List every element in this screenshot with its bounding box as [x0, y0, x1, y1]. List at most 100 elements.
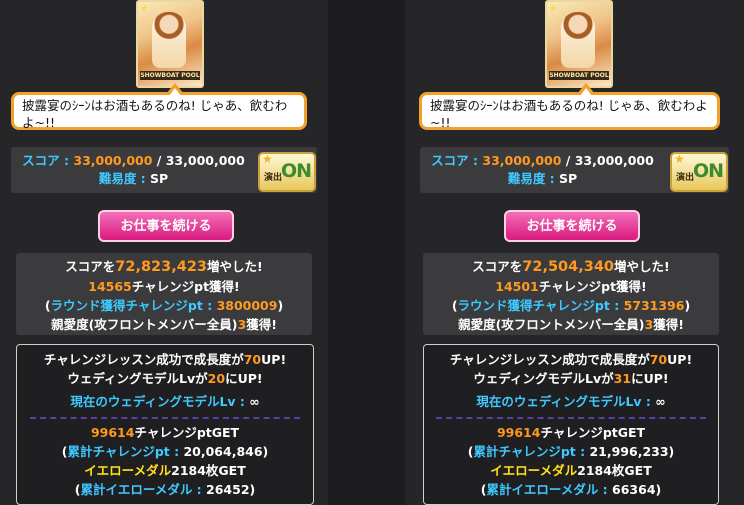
score-value: 33,000,000	[482, 153, 562, 168]
get-pt-value: 99614	[496, 425, 541, 440]
star-icon: ★	[262, 152, 273, 166]
round-pt-value: 3800009	[216, 298, 278, 313]
lesson-box: チャレンジレッスン成功で成長度が70UP! ウェディングモデルLvが20にUP!…	[16, 344, 314, 505]
effects-on-button[interactable]: ★ 演出 ON	[670, 152, 728, 192]
total-medal-close-paren: )	[249, 482, 256, 497]
total-pt-value: 21,996,233	[589, 444, 669, 459]
wedding-prefix: ウェディングモデルLvが	[473, 371, 614, 386]
total-medal-label: 累計イエローメダル :	[486, 482, 613, 497]
wedding-line: ウェディングモデルLvが31にUP!	[424, 369, 718, 388]
challenge-pt-line: 14501チャレンジpt獲得!	[423, 277, 719, 296]
dialogue-bubble: 披露宴のｼｰﾝはお酒もあるのね! じゃあ、飲むわよ~!!	[11, 83, 307, 130]
idol-figure	[561, 12, 595, 68]
panel-divider	[328, 0, 405, 505]
total-pt-close-paren: )	[668, 444, 675, 459]
challenge-pt-suffix: チャレンジpt獲得!	[538, 279, 647, 294]
dialogue-text: 披露宴のｼｰﾝはお酒もあるのね! じゃあ、飲むわよ~!!	[22, 98, 288, 130]
total-pt-line: (累計チャレンジpt : 20,064,846)	[17, 442, 313, 461]
dialogue-bubble: 披露宴のｼｰﾝはお酒もあるのね! じゃあ、飲むわよ~!!	[419, 83, 720, 130]
lesson-line: チャレンジレッスン成功で成長度が70UP!	[424, 350, 718, 369]
score-max: 33,000,000	[574, 153, 654, 168]
result-summary-box: スコアを72,504,340増やした! 14501チャレンジpt獲得! (ラウン…	[423, 253, 719, 335]
round-close-paren: )	[277, 298, 284, 313]
result-panel-left: ★ SHOWBOAT POOL 披露宴のｼｰﾝはお酒もあるのね! じゃあ、飲むわ…	[0, 0, 328, 505]
medal-suffix: 枚GET	[611, 463, 652, 478]
difficulty-value: SP	[150, 171, 169, 186]
total-medal-line: (累計イエローメダル : 26452)	[17, 480, 313, 499]
star-icon: ★	[140, 4, 149, 14]
result-summary-box: スコアを72,823,423増やした! 14565チャレンジpt獲得! (ラウン…	[16, 253, 312, 335]
wedding-prefix: ウェディングモデルLvが	[67, 371, 208, 386]
affection-suffix: 獲得!	[246, 317, 277, 332]
card-caption: SHOWBOAT POOL	[549, 71, 609, 80]
medal-value: 2184	[171, 463, 206, 478]
effects-on-button[interactable]: ★ 演出 ON	[258, 152, 316, 192]
medal-line: イエローメダル2184枚GET	[17, 461, 313, 480]
dashed-divider	[436, 417, 706, 419]
get-pt-value: 99614	[90, 425, 135, 440]
score-box: スコア : 33,000,000 / 33,000,000 難易度 : SP ★…	[420, 147, 729, 193]
wedding-suffix: にUP!	[631, 371, 669, 386]
effects-on-text: ON	[693, 160, 724, 182]
current-level-label: 現在のウェディングモデルLv :	[476, 394, 656, 409]
difficulty-line: 難易度 : SP	[11, 171, 256, 187]
total-medal-label: 累計イエローメダル :	[80, 482, 207, 497]
score-line: スコア : 33,000,000 / 33,000,000	[420, 153, 665, 169]
idol-card-image[interactable]: ★ SHOWBOAT POOL	[545, 0, 613, 88]
challenge-pt-suffix: チャレンジpt獲得!	[131, 279, 240, 294]
score-increase-prefix: スコアを	[65, 259, 116, 274]
get-pt-line: 99614チャレンジptGET	[424, 423, 718, 442]
difficulty-value: SP	[559, 171, 578, 186]
difficulty-line: 難易度 : SP	[420, 171, 665, 187]
medal-value: 2184	[577, 463, 612, 478]
score-increase-suffix: 増やした!	[614, 259, 670, 274]
lesson-line: チャレンジレッスン成功で成長度が70UP!	[17, 350, 313, 369]
lesson-prefix: チャレンジレッスン成功で成長度が	[449, 352, 650, 367]
effects-label: 演出	[264, 173, 283, 183]
medal-label: イエローメダル	[490, 463, 578, 478]
star-icon: ★	[549, 4, 558, 14]
difficulty-label: 難易度 :	[507, 171, 560, 186]
score-increase-prefix: スコアを	[472, 259, 523, 274]
score-label: スコア :	[431, 153, 483, 168]
lesson-box: チャレンジレッスン成功で成長度が70UP! ウェディングモデルLvが31にUP!…	[423, 344, 719, 505]
effects-label: 演出	[676, 173, 695, 183]
score-max: 33,000,000	[165, 153, 245, 168]
medal-line: イエローメダル2184枚GET	[424, 461, 718, 480]
round-pt-line: (ラウンド獲得チャレンジpt : 5731396)	[423, 296, 719, 315]
star-icon: ★	[674, 152, 685, 166]
dashed-divider	[30, 417, 300, 419]
score-increase-line: スコアを72,823,423増やした!	[16, 257, 312, 277]
current-level-value: ∞	[655, 394, 666, 409]
total-pt-value: 20,064,846	[183, 444, 263, 459]
affection-prefix: 親愛度(攻フロントメンバー全員)	[458, 317, 645, 332]
result-panel-right: ★ SHOWBOAT POOL 披露宴のｼｰﾝはお酒もあるのね! じゃあ、飲むわ…	[405, 0, 744, 505]
affection-suffix: 獲得!	[653, 317, 684, 332]
current-level-value: ∞	[249, 394, 260, 409]
medal-suffix: 枚GET	[205, 463, 246, 478]
idol-card-image[interactable]: ★ SHOWBOAT POOL	[136, 0, 204, 88]
round-pt-value: 5731396	[623, 298, 685, 313]
effects-on-text: ON	[281, 160, 312, 182]
score-increase-value: 72,823,423	[115, 259, 208, 275]
affection-line: 親愛度(攻フロントメンバー全員)3獲得!	[423, 315, 719, 334]
current-level-line: 現在のウェディングモデルLv : ∞	[424, 392, 718, 411]
total-pt-label: 累計チャレンジpt :	[473, 444, 590, 459]
score-increase-value: 72,504,340	[522, 259, 615, 275]
lesson-value: 70	[243, 352, 262, 367]
medal-label: イエローメダル	[84, 463, 172, 478]
current-level-line: 現在のウェディングモデルLv : ∞	[17, 392, 313, 411]
challenge-pt-line: 14565チャレンジpt獲得!	[16, 277, 312, 296]
challenge-pt-value: 14501	[495, 279, 539, 294]
affection-value: 3	[237, 317, 247, 332]
wedding-suffix: にUP!	[225, 371, 263, 386]
round-pt-label: ラウンド獲得チャレンジpt :	[50, 298, 217, 313]
continue-work-button[interactable]: お仕事を続ける	[98, 210, 234, 242]
challenge-pt-value: 14565	[88, 279, 132, 294]
round-close-paren: )	[684, 298, 691, 313]
lesson-prefix: チャレンジレッスン成功で成長度が	[43, 352, 244, 367]
total-pt-close-paren: )	[262, 444, 269, 459]
total-medal-line: (累計イエローメダル : 66364)	[424, 480, 718, 499]
continue-work-button[interactable]: お仕事を続ける	[504, 210, 640, 242]
lesson-suffix: UP!	[667, 352, 693, 367]
